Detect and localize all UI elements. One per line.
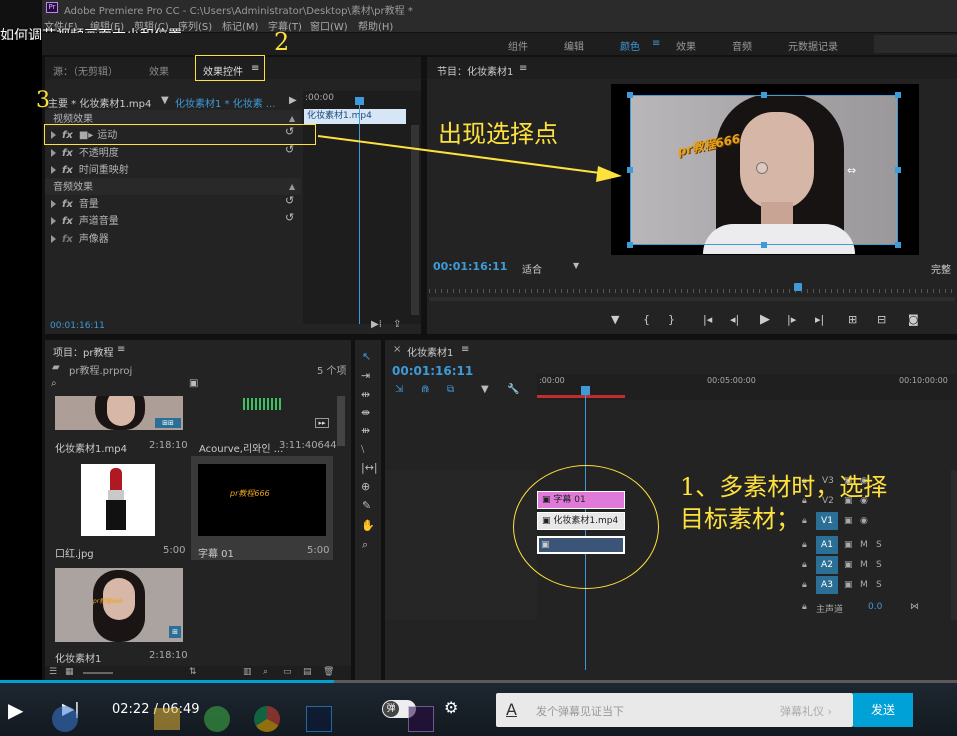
danmu-input[interactable]: A 发个弹幕见证当下 弹幕礼仪 ›	[496, 693, 853, 727]
photoshop-icon	[306, 706, 332, 732]
chrome-icon	[254, 706, 280, 732]
browser-icon	[52, 706, 78, 732]
folder-taskbar-icon	[154, 708, 180, 730]
highlight-ellipse-clips	[513, 465, 659, 589]
danmu-placeholder: 发个弹幕见证当下	[536, 705, 624, 718]
danmu-etiquette-link[interactable]: 弹幕礼仪 ›	[780, 703, 832, 719]
premiere-taskbar-icon	[408, 706, 434, 732]
send-button[interactable]: 发送	[853, 693, 913, 727]
wechat-icon	[204, 706, 230, 732]
play-pause-icon[interactable]: ▶	[8, 698, 23, 722]
callout-select-target-1: 1、多素材时，选择	[680, 473, 888, 501]
callout-arrow	[317, 135, 622, 182]
taskbar-icons	[44, 700, 444, 736]
danmu-settings-icon[interactable]: ⚙	[444, 698, 458, 717]
text-style-icon[interactable]: A	[506, 700, 517, 719]
callout-select-target-2: 目标素材；	[680, 505, 800, 533]
